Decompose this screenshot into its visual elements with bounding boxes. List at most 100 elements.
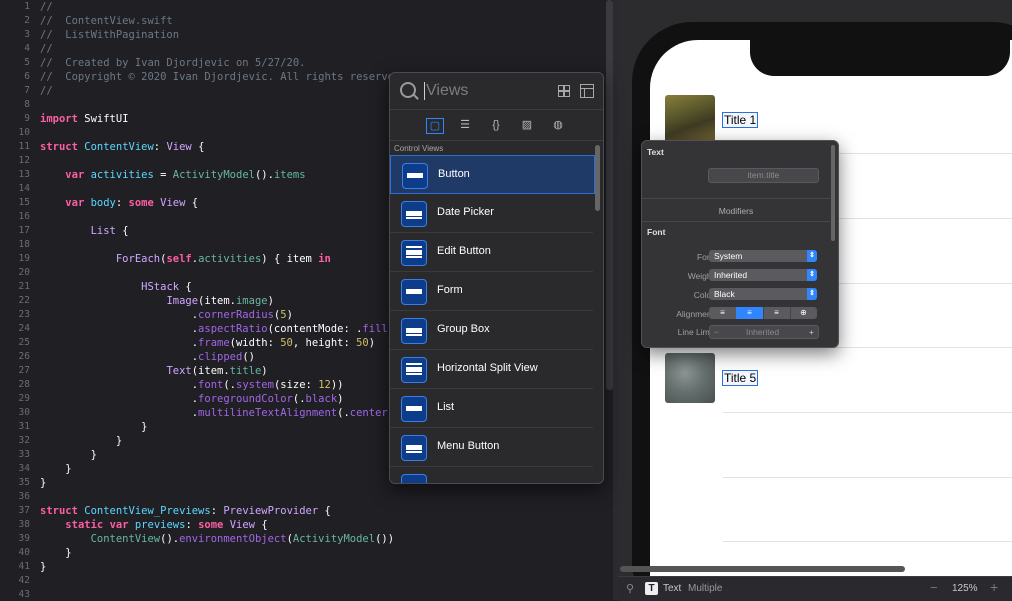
line-number: 36 xyxy=(18,491,30,502)
code-token: ContentView xyxy=(77,141,154,153)
code-text: .foregroundColor(.black) xyxy=(40,392,344,406)
library-item[interactable]: List xyxy=(390,389,593,428)
code-token: Text xyxy=(166,365,192,377)
library-item[interactable]: Form xyxy=(390,272,593,311)
code-token: : xyxy=(185,519,199,531)
row-separator xyxy=(723,412,1012,413)
code-token: () xyxy=(242,351,255,363)
line-number: 34 xyxy=(18,463,30,474)
line-number: 19 xyxy=(18,253,30,264)
code-token: { xyxy=(318,505,331,517)
code-text: } xyxy=(40,420,147,434)
code-token: ) xyxy=(368,337,376,349)
code-text: .font(.system(size: 12)) xyxy=(40,378,344,392)
increment-icon[interactable]: + xyxy=(809,326,814,338)
library-item[interactable]: Horizontal Split View xyxy=(390,350,593,389)
line-number: 2 xyxy=(24,15,30,26)
code-text: Text(item.title) xyxy=(40,364,267,378)
library-item-label: Date Picker xyxy=(437,206,494,218)
align-left-icon[interactable]: ≡ xyxy=(709,307,737,319)
row-title[interactable]: Title 5 xyxy=(721,370,759,386)
line-number: 12 xyxy=(18,155,30,166)
code-text: static var previews: some View { xyxy=(40,518,267,532)
divider xyxy=(642,198,830,199)
line-number: 16 xyxy=(18,211,30,222)
library-search-bar[interactable]: Views xyxy=(390,73,603,110)
code-token: aspectRatio xyxy=(198,323,268,335)
zoom-in-icon[interactable]: + xyxy=(990,579,998,595)
library-scrollbar[interactable] xyxy=(595,145,600,211)
align-center-icon[interactable]: ≡ xyxy=(736,307,764,319)
grid-view-icon[interactable] xyxy=(558,85,570,97)
code-token: in xyxy=(318,253,331,265)
code-token: View xyxy=(160,197,186,209)
library-item[interactable]: Edit Button xyxy=(390,233,593,272)
code-text: } xyxy=(40,560,46,574)
library-item[interactable] xyxy=(390,467,593,483)
code-token: = xyxy=(153,169,173,181)
code-token: } xyxy=(40,477,47,489)
code-token: } xyxy=(40,463,72,475)
weight-popup[interactable]: Inherited ⇕ xyxy=(709,269,817,281)
code-token: static xyxy=(65,519,104,531)
code-text: } xyxy=(40,476,46,490)
attributes-inspector-popover[interactable]: Text item.title Modifiers Font Font Syst… xyxy=(641,140,839,348)
library-item[interactable]: Date Picker xyxy=(390,194,593,233)
canvas-bottom-bar: ⚲ T Text Multiple − 125% + xyxy=(618,576,1012,601)
line-number: 37 xyxy=(18,505,30,516)
code-token: { xyxy=(115,225,129,237)
line-limit-value: Inherited xyxy=(746,327,780,337)
tab-snippets-icon[interactable]: {} xyxy=(488,118,504,132)
row-title[interactable]: Title 1 xyxy=(721,112,759,128)
line-number: 1 xyxy=(24,1,30,12)
code-token: } xyxy=(40,547,72,559)
zoom-level[interactable]: 125% xyxy=(952,583,978,594)
code-text: } xyxy=(40,448,97,462)
code-token: PreviewProvider xyxy=(223,505,319,517)
divider xyxy=(642,221,830,222)
code-token: ) xyxy=(286,309,293,321)
code-token: cornerRadius xyxy=(198,309,274,321)
line-number: 43 xyxy=(18,589,30,600)
tab-colors-icon[interactable]: ◍ xyxy=(550,118,566,132)
list-row-5[interactable]: Title 5 xyxy=(665,348,1005,412)
alignment-segmented-control[interactable]: ≡ ≡ ≡ ⊕ xyxy=(709,307,817,319)
code-token: self xyxy=(166,253,192,265)
library-search-input[interactable]: Views xyxy=(426,82,468,100)
tab-modifiers-icon[interactable]: ☰ xyxy=(457,118,473,132)
code-token: system xyxy=(236,379,274,391)
font-popup[interactable]: System ⇕ xyxy=(709,250,817,262)
code-token: some xyxy=(128,197,154,209)
library-item[interactable]: Menu Button xyxy=(390,428,593,467)
color-popup[interactable]: Black ⇕ xyxy=(709,288,817,300)
zoom-out-icon[interactable]: − xyxy=(930,580,938,595)
code-token: body xyxy=(84,197,116,209)
tab-views-icon[interactable]: ▢ xyxy=(426,118,444,134)
detail-view-icon[interactable] xyxy=(580,84,594,98)
code-token: ) { item xyxy=(261,253,319,265)
tab-media-icon[interactable]: ▨ xyxy=(519,118,535,132)
code-text: .clipped() xyxy=(40,350,255,364)
code-text: // ListWithPagination xyxy=(40,28,179,42)
text-content-field[interactable]: item.title xyxy=(708,168,819,183)
code-text: HStack { xyxy=(40,280,192,294)
inspector-scrollbar[interactable] xyxy=(831,145,835,241)
library-popover[interactable]: Views ▢ ☰ {} ▨ ◍ Control Views Button Date Pi… xyxy=(389,72,604,484)
line-limit-stepper[interactable]: − Inherited + xyxy=(709,325,819,339)
decrement-icon[interactable]: − xyxy=(714,326,719,338)
pin-icon[interactable]: ⚲ xyxy=(626,582,634,595)
editor-scrollbar[interactable] xyxy=(606,0,613,390)
canvas-horizontal-scrollbar[interactable] xyxy=(620,566,905,572)
library-item[interactable]: Group Box xyxy=(390,311,593,350)
library-item[interactable]: Button xyxy=(390,155,595,194)
library-item-label: Group Box xyxy=(437,323,490,335)
align-justify-icon[interactable]: ⊕ xyxy=(790,307,817,319)
align-right-icon[interactable]: ≡ xyxy=(763,307,791,319)
row-image xyxy=(665,95,715,145)
code-token: center xyxy=(349,407,388,419)
code-token: // ListWithPagination xyxy=(40,29,180,41)
code-token: var xyxy=(65,197,85,209)
code-token: ContentView xyxy=(90,533,161,545)
